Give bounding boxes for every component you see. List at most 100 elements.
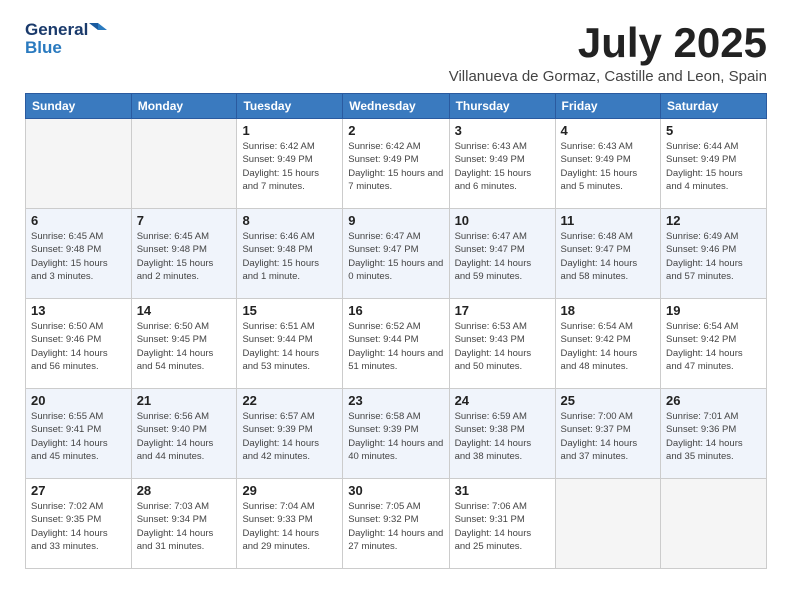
empty-cell bbox=[661, 479, 767, 569]
day-info: Sunrise: 6:44 AM Sunset: 9:49 PM Dayligh… bbox=[666, 140, 761, 193]
day-info: Sunrise: 6:49 AM Sunset: 9:46 PM Dayligh… bbox=[666, 230, 761, 283]
day-number: 28 bbox=[137, 483, 232, 498]
day-number: 23 bbox=[348, 393, 443, 408]
day-number: 30 bbox=[348, 483, 443, 498]
day-number: 17 bbox=[455, 303, 550, 318]
day-cell-2: 2 Sunrise: 6:42 AM Sunset: 9:49 PM Daylig… bbox=[343, 119, 449, 209]
day-number: 6 bbox=[31, 213, 126, 228]
calendar-location: Villanueva de Gormaz, Castille and Leon,… bbox=[449, 68, 767, 85]
day-number: 21 bbox=[137, 393, 232, 408]
day-number: 20 bbox=[31, 393, 126, 408]
day-number: 4 bbox=[561, 123, 656, 138]
weekday-header-row: SundayMondayTuesdayWednesdayThursdayFrid… bbox=[26, 94, 767, 119]
day-number: 24 bbox=[455, 393, 550, 408]
day-cell-7: 7 Sunrise: 6:45 AM Sunset: 9:48 PM Daylig… bbox=[131, 209, 237, 299]
week-row-3: 13 Sunrise: 6:50 AM Sunset: 9:46 PM Dayli… bbox=[26, 299, 767, 389]
day-info: Sunrise: 6:45 AM Sunset: 9:48 PM Dayligh… bbox=[31, 230, 126, 283]
day-info: Sunrise: 6:55 AM Sunset: 9:41 PM Dayligh… bbox=[31, 410, 126, 463]
day-info: Sunrise: 6:57 AM Sunset: 9:39 PM Dayligh… bbox=[242, 410, 337, 463]
week-row-1: 1 Sunrise: 6:42 AM Sunset: 9:49 PM Daylig… bbox=[26, 119, 767, 209]
day-cell-24: 24 Sunrise: 6:59 AM Sunset: 9:38 PM Dayli… bbox=[449, 389, 555, 479]
day-info: Sunrise: 6:48 AM Sunset: 9:47 PM Dayligh… bbox=[561, 230, 656, 283]
day-info: Sunrise: 6:43 AM Sunset: 9:49 PM Dayligh… bbox=[455, 140, 550, 193]
day-cell-1: 1 Sunrise: 6:42 AM Sunset: 9:49 PM Daylig… bbox=[237, 119, 343, 209]
day-info: Sunrise: 7:04 AM Sunset: 9:33 PM Dayligh… bbox=[242, 500, 337, 553]
day-number: 8 bbox=[242, 213, 337, 228]
day-number: 12 bbox=[666, 213, 761, 228]
day-info: Sunrise: 7:00 AM Sunset: 9:37 PM Dayligh… bbox=[561, 410, 656, 463]
day-info: Sunrise: 6:58 AM Sunset: 9:39 PM Dayligh… bbox=[348, 410, 443, 463]
day-info: Sunrise: 6:47 AM Sunset: 9:47 PM Dayligh… bbox=[455, 230, 550, 283]
week-row-2: 6 Sunrise: 6:45 AM Sunset: 9:48 PM Daylig… bbox=[26, 209, 767, 299]
day-number: 16 bbox=[348, 303, 443, 318]
day-info: Sunrise: 6:50 AM Sunset: 9:46 PM Dayligh… bbox=[31, 320, 126, 373]
day-info: Sunrise: 6:59 AM Sunset: 9:38 PM Dayligh… bbox=[455, 410, 550, 463]
day-cell-15: 15 Sunrise: 6:51 AM Sunset: 9:44 PM Dayli… bbox=[237, 299, 343, 389]
week-row-4: 20 Sunrise: 6:55 AM Sunset: 9:41 PM Dayli… bbox=[26, 389, 767, 479]
day-number: 15 bbox=[242, 303, 337, 318]
day-number: 2 bbox=[348, 123, 443, 138]
day-cell-9: 9Sunrise: 6:47 AM Sunset: 9:47 PM Daylig… bbox=[343, 209, 449, 299]
day-number: 14 bbox=[137, 303, 232, 318]
day-info: Sunrise: 6:43 AM Sunset: 9:49 PM Dayligh… bbox=[561, 140, 656, 193]
day-info: Sunrise: 6:42 AM Sunset: 9:49 PM Dayligh… bbox=[242, 140, 337, 193]
empty-cell bbox=[131, 119, 237, 209]
day-number: 27 bbox=[31, 483, 126, 498]
day-cell-21: 21 Sunrise: 6:56 AM Sunset: 9:40 PM Dayli… bbox=[131, 389, 237, 479]
day-info: Sunrise: 6:56 AM Sunset: 9:40 PM Dayligh… bbox=[137, 410, 232, 463]
day-info: Sunrise: 6:42 AM Sunset: 9:49 PM Dayligh… bbox=[348, 140, 443, 193]
weekday-header-saturday: Saturday bbox=[661, 94, 767, 119]
empty-cell bbox=[26, 119, 132, 209]
weekday-header-monday: Monday bbox=[131, 94, 237, 119]
day-info: Sunrise: 6:52 AM Sunset: 9:44 PM Dayligh… bbox=[348, 320, 443, 373]
day-cell-14: 14Sunrise: 6:50 AM Sunset: 9:45 PM Dayli… bbox=[131, 299, 237, 389]
weekday-header-friday: Friday bbox=[555, 94, 661, 119]
empty-cell bbox=[555, 479, 661, 569]
week-row-5: 27 Sunrise: 7:02 AM Sunset: 9:35 PM Dayli… bbox=[26, 479, 767, 569]
day-info: Sunrise: 6:54 AM Sunset: 9:42 PM Dayligh… bbox=[666, 320, 761, 373]
day-number: 7 bbox=[137, 213, 232, 228]
day-number: 3 bbox=[455, 123, 550, 138]
day-info: Sunrise: 7:01 AM Sunset: 9:36 PM Dayligh… bbox=[666, 410, 761, 463]
day-cell-3: 3 Sunrise: 6:43 AM Sunset: 9:49 PM Daylig… bbox=[449, 119, 555, 209]
day-number: 1 bbox=[242, 123, 337, 138]
day-cell-30: 30 Sunrise: 7:05 AM Sunset: 9:32 PM Dayli… bbox=[343, 479, 449, 569]
day-number: 22 bbox=[242, 393, 337, 408]
logo-general: General bbox=[25, 20, 88, 40]
day-number: 25 bbox=[561, 393, 656, 408]
day-cell-20: 20 Sunrise: 6:55 AM Sunset: 9:41 PM Dayli… bbox=[26, 389, 132, 479]
day-cell-11: 11Sunrise: 6:48 AM Sunset: 9:47 PM Dayli… bbox=[555, 209, 661, 299]
day-info: Sunrise: 7:03 AM Sunset: 9:34 PM Dayligh… bbox=[137, 500, 232, 553]
day-info: Sunrise: 6:45 AM Sunset: 9:48 PM Dayligh… bbox=[137, 230, 232, 283]
day-number: 10 bbox=[455, 213, 550, 228]
day-cell-16: 16 Sunrise: 6:52 AM Sunset: 9:44 PM Dayli… bbox=[343, 299, 449, 389]
day-cell-10: 10 Sunrise: 6:47 AM Sunset: 9:47 PM Dayli… bbox=[449, 209, 555, 299]
day-cell-18: 18 Sunrise: 6:54 AM Sunset: 9:42 PM Dayli… bbox=[555, 299, 661, 389]
calendar-table: SundayMondayTuesdayWednesdayThursdayFrid… bbox=[25, 93, 767, 569]
day-cell-29: 29 Sunrise: 7:04 AM Sunset: 9:33 PM Dayli… bbox=[237, 479, 343, 569]
day-info: Sunrise: 6:51 AM Sunset: 9:44 PM Dayligh… bbox=[242, 320, 337, 373]
day-info: Sunrise: 6:53 AM Sunset: 9:43 PM Dayligh… bbox=[455, 320, 550, 373]
day-cell-17: 17 Sunrise: 6:53 AM Sunset: 9:43 PM Dayli… bbox=[449, 299, 555, 389]
day-cell-8: 8 Sunrise: 6:46 AM Sunset: 9:48 PM Daylig… bbox=[237, 209, 343, 299]
calendar-title: July 2025 bbox=[449, 20, 767, 66]
title-block: July 2025 Villanueva de Gormaz, Castille… bbox=[449, 20, 767, 85]
day-cell-12: 12 Sunrise: 6:49 AM Sunset: 9:46 PM Dayli… bbox=[661, 209, 767, 299]
day-number: 13 bbox=[31, 303, 126, 318]
logo-blue: Blue bbox=[25, 38, 107, 58]
day-cell-4: 4 Sunrise: 6:43 AM Sunset: 9:49 PM Daylig… bbox=[555, 119, 661, 209]
weekday-header-sunday: Sunday bbox=[26, 94, 132, 119]
day-number: 29 bbox=[242, 483, 337, 498]
logo: General Blue bbox=[25, 20, 107, 59]
day-cell-27: 27 Sunrise: 7:02 AM Sunset: 9:35 PM Dayli… bbox=[26, 479, 132, 569]
day-info: Sunrise: 6:54 AM Sunset: 9:42 PM Dayligh… bbox=[561, 320, 656, 373]
day-info: Sunrise: 7:05 AM Sunset: 9:32 PM Dayligh… bbox=[348, 500, 443, 553]
day-number: 18 bbox=[561, 303, 656, 318]
weekday-header-thursday: Thursday bbox=[449, 94, 555, 119]
day-info: Sunrise: 6:46 AM Sunset: 9:48 PM Dayligh… bbox=[242, 230, 337, 283]
day-info: Sunrise: 7:02 AM Sunset: 9:35 PM Dayligh… bbox=[31, 500, 126, 553]
day-cell-19: 19Sunrise: 6:54 AM Sunset: 9:42 PM Dayli… bbox=[661, 299, 767, 389]
day-cell-31: 31Sunrise: 7:06 AM Sunset: 9:31 PM Dayli… bbox=[449, 479, 555, 569]
day-number: 26 bbox=[666, 393, 761, 408]
page-header: General Blue July 2025 Villanueva de Gor… bbox=[25, 20, 767, 85]
